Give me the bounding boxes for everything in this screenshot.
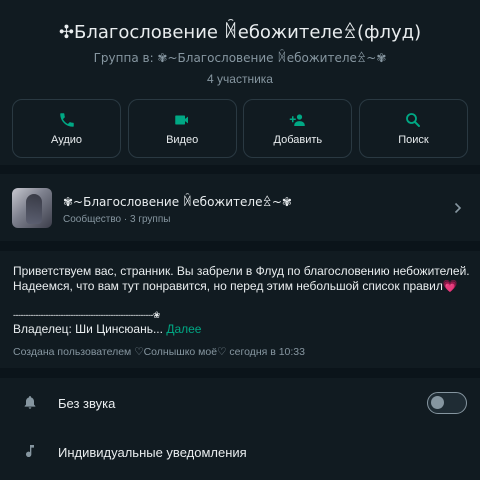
chevron-right-icon [454,202,462,214]
description-owner-line: Владелец: Ши Цинсюань... Далее [13,322,201,336]
read-more-link[interactable]: Далее [166,322,201,336]
video-call-label: Видео [166,134,199,146]
description-body: Приветствуем вас, странник. Вы забрели в… [13,264,470,293]
action-bar: Аудио Видео Добавить Поиск [12,99,468,158]
search-label: Поиск [398,134,429,146]
music-note-icon [26,445,34,457]
group-header: ✣Благословение ꁑебожителеꊛ(флуд) Группа … [0,0,480,165]
custom-notifications-row[interactable]: Индивидуальные уведомления [0,427,480,475]
community-name: ✾~Благословение ꁑебожителеꊛ~✾ [63,195,292,209]
heart-emoji: 💗 [442,279,458,293]
bell-icon [24,396,36,409]
search-icon [406,113,421,127]
group-parent-community[interactable]: Группа в: ✾~Благословение ꁑебожителеꊛ~✾ [0,49,480,65]
description-text: Приветствуем вас, странник. Вы забрели в… [13,264,473,294]
custom-notifications-label: Индивидуальные уведомления [58,445,247,460]
mute-toggle[interactable] [427,392,467,414]
community-avatar [12,188,52,228]
mute-toggle-knob [431,396,444,409]
audio-call-button[interactable]: Аудио [12,99,121,158]
video-call-button[interactable]: Видео [127,99,237,158]
video-icon [175,115,189,125]
settings-panel: Без звука Индивидуальные уведомления [0,378,480,480]
group-title: ✣Благословение ꁑебожителеꊛ(флуд) [58,22,422,43]
created-by-text: Создана пользователем ♡Солнышко моё♡ сег… [13,346,305,358]
audio-call-label: Аудио [50,134,83,146]
add-participant-label: Добавить [273,134,323,146]
search-button[interactable]: Поиск [358,99,468,158]
add-person-icon [289,114,305,126]
community-card[interactable]: ✾~Благословение ꁑебожителеꊛ~✾ Сообщество… [0,174,480,241]
mute-row[interactable]: Без звука [0,378,480,426]
add-participant-button[interactable]: Добавить [243,99,353,158]
description-divider: ----------------------------------------… [13,310,160,320]
owner-text: Владелец: Ши Цинсюань... [13,322,163,336]
member-count[interactable]: 4 участника [0,72,480,86]
phone-icon [59,113,74,127]
community-meta: Сообщество · 3 группы [63,214,171,225]
mute-label: Без звука [58,396,116,411]
